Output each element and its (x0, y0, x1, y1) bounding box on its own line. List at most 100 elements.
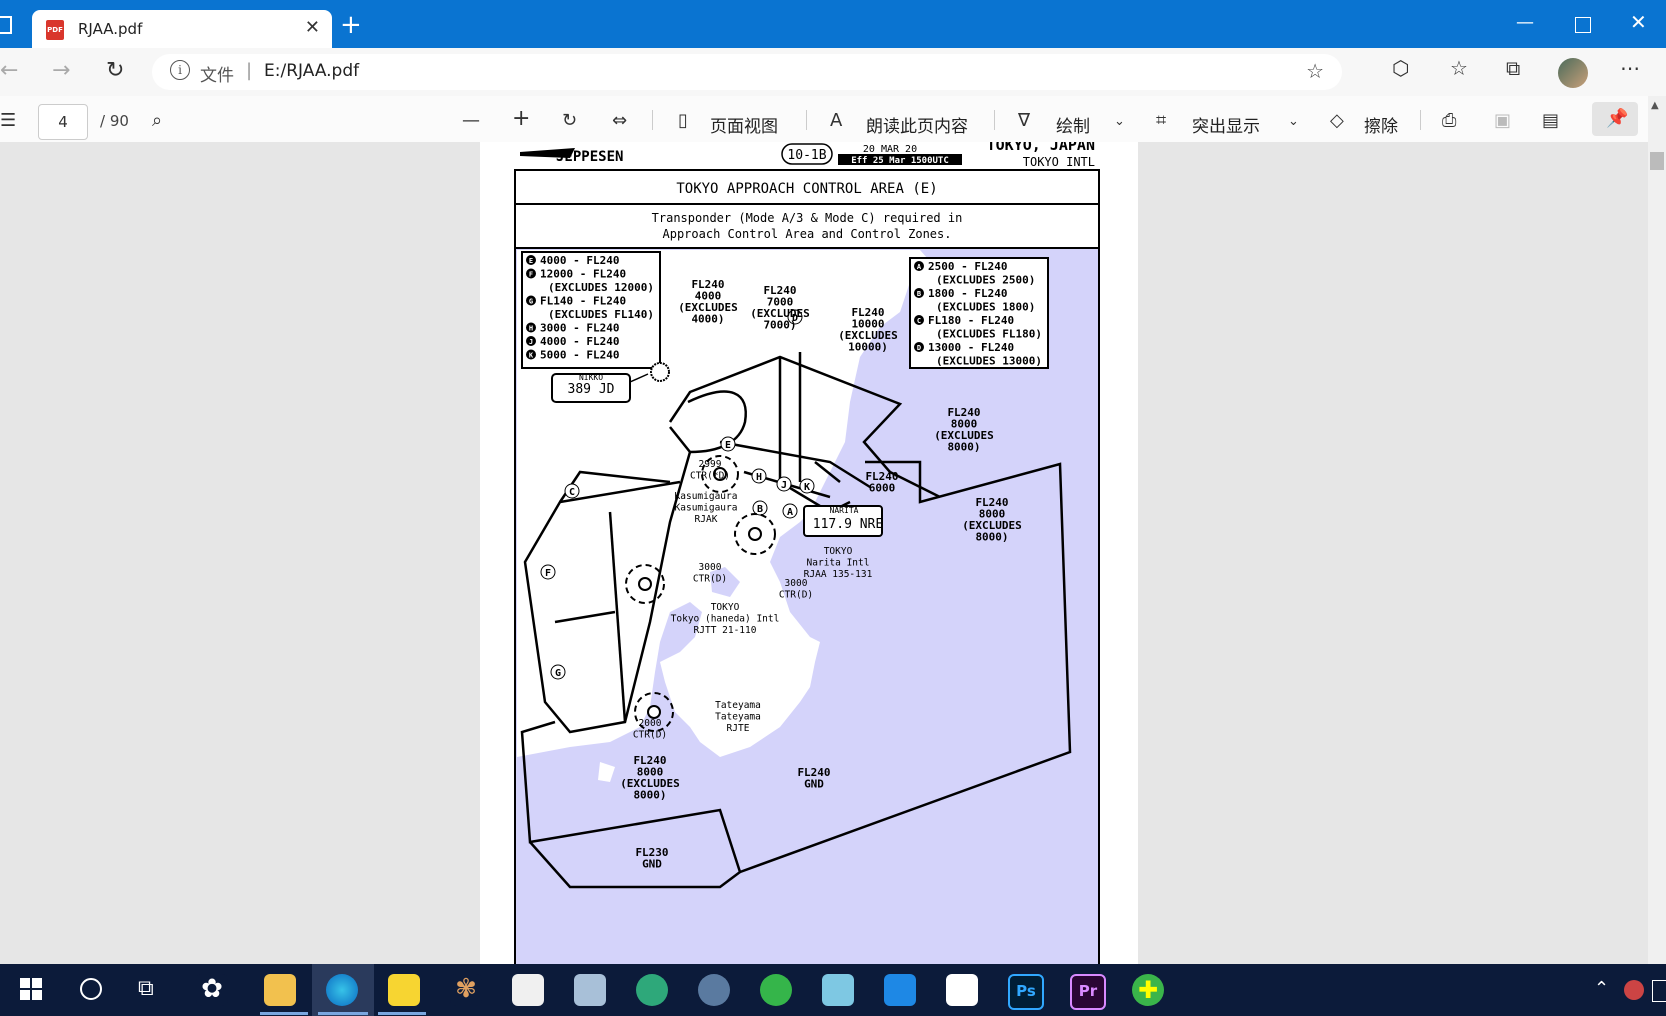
refresh-icon[interactable]: ↻ (106, 58, 124, 83)
haneda-ctr-label: CTR(D) (693, 574, 727, 585)
info-icon[interactable]: i (170, 60, 190, 80)
zoom-in-icon[interactable]: + (512, 106, 530, 131)
scrollbar-thumb[interactable] (1650, 152, 1664, 170)
close-tab-icon[interactable]: ✕ (305, 17, 320, 38)
highlight-button[interactable]: 突出显示 (1192, 112, 1260, 137)
effective-date: Eff 25 Mar 1500UTC (851, 156, 949, 166)
zoom-out-icon[interactable]: — (462, 110, 480, 131)
search-icon[interactable]: ⌕ (152, 110, 162, 131)
save-as-icon[interactable]: ▤ (1542, 110, 1559, 131)
minimize-button[interactable]: — (1516, 12, 1534, 33)
chart-date: 20 MAR 20 (863, 144, 917, 155)
start-icon[interactable] (20, 978, 42, 1000)
app-fan-icon[interactable]: ✾ (450, 974, 482, 1006)
phone-icon[interactable] (884, 974, 916, 1006)
favorites-icon[interactable]: ☆ (1450, 56, 1468, 80)
rotate-icon[interactable]: ↻ (562, 110, 577, 131)
address-bar[interactable]: i 文件 | E:/RJAA.pdf ☆ (152, 54, 1342, 90)
save-icon[interactable]: ▣ (1494, 110, 1511, 131)
legend-left-key-letter: F (529, 271, 533, 279)
tray-network-icon[interactable] (1652, 980, 1666, 1002)
narita-airport-label: RJAA 135-131 (804, 569, 873, 580)
legend-right-item-text: (EXCLUDES 13000) (936, 355, 1042, 368)
tray-chevron-icon[interactable]: ⌃ (1594, 978, 1609, 999)
tray-app-icon[interactable] (1624, 980, 1644, 1000)
app-pinwheel-icon[interactable]: ✿ (196, 974, 228, 1006)
chevron-down-icon[interactable]: ⌄ (1114, 114, 1125, 129)
fl-8000-e-label: 8000) (975, 531, 1008, 544)
sync-icon[interactable] (760, 974, 792, 1006)
close-window-button[interactable]: ✕ (1630, 10, 1647, 34)
page-number-input[interactable]: 4 (38, 104, 88, 140)
fl-4000-label: 4000) (691, 313, 724, 326)
area-c-label: C (569, 487, 575, 498)
legend-right-item-text: 1800 - FL240 (928, 287, 1007, 300)
narita-ctr-label: CTR(D) (779, 590, 813, 601)
legend-left-item-text: (EXCLUDES FL140) (548, 308, 654, 321)
store-icon[interactable] (512, 974, 544, 1006)
file-explorer-icon[interactable] (264, 974, 296, 1006)
haneda-ctr-label: 3000 (699, 562, 722, 573)
task-view-icon[interactable]: ⧉ (138, 976, 154, 1001)
profile-avatar[interactable] (1558, 58, 1588, 88)
vertical-scrollbar[interactable] (1648, 96, 1666, 964)
forward-icon[interactable]: → (52, 58, 70, 83)
chart-airport: TOKYO INTL (1023, 155, 1095, 169)
photoshop-icon[interactable]: Ps (1008, 974, 1044, 1010)
player-icon[interactable] (388, 974, 420, 1006)
more-menu-icon[interactable]: ⋯ (1620, 56, 1640, 80)
erase-icon[interactable]: ◇ (1330, 110, 1344, 131)
maximize-button[interactable] (1575, 17, 1591, 33)
pdf-icon: PDF (46, 20, 64, 40)
area-e-label: E (725, 440, 731, 451)
contents-icon[interactable]: ☰ (0, 110, 16, 131)
nikko-ndb-symbol (650, 362, 670, 382)
app-plus-icon[interactable]: ✚ (1132, 974, 1164, 1006)
fit-width-icon[interactable]: ⇔ (612, 110, 627, 131)
tab-rjaa-pdf[interactable]: PDF RJAA.pdf ✕ (32, 10, 332, 48)
back-icon[interactable]: ← (0, 58, 18, 83)
chevron-down-icon[interactable]: ⌄ (1288, 114, 1299, 129)
legend-left-key-letter: J (529, 338, 533, 346)
legend-right-item-text: (EXCLUDES 1800) (936, 301, 1035, 314)
collections-icon[interactable]: ⧉ (1506, 56, 1520, 80)
area-f-label: F (545, 568, 551, 579)
new-tab-button[interactable]: + (340, 12, 362, 38)
read-aloud-button[interactable]: 朗读此页内容 (866, 112, 968, 137)
area-h-label: H (756, 472, 762, 483)
photos-icon[interactable] (574, 974, 606, 1006)
legend-left-item-text: (EXCLUDES 12000) (548, 281, 654, 294)
globe-icon[interactable] (698, 974, 730, 1006)
add-favorite-icon[interactable]: ☆ (1306, 59, 1324, 83)
kasumigaura-label: RJAK (695, 514, 718, 525)
nikko-label: NIKKO (579, 373, 603, 382)
chart-title: TOKYO APPROACH CONTROL AREA (E) (676, 181, 937, 197)
page-view-button[interactable]: 页面视图 (710, 112, 778, 137)
page-view-icon[interactable]: ▯ (678, 110, 688, 131)
active-indicator (260, 1012, 308, 1015)
notes-icon[interactable] (822, 974, 854, 1006)
read-aloud-icon[interactable]: A (830, 110, 842, 131)
legend-right-item-text: (EXCLUDES FL180) (936, 328, 1042, 341)
print-icon[interactable]: ⎙ (1442, 110, 1456, 131)
pin-toolbar-button[interactable]: 📌 (1592, 102, 1638, 136)
app-flower-icon[interactable] (946, 974, 978, 1006)
draw-button[interactable]: 绘制 (1056, 112, 1090, 137)
draw-icon[interactable]: ∇ (1018, 110, 1030, 131)
search-icon[interactable] (80, 978, 102, 1000)
fl-6000-label: 6000 (869, 482, 896, 495)
kasumigaura-label: Kasumigaura (675, 503, 738, 514)
window-menu-icon[interactable] (0, 16, 12, 34)
address-url[interactable]: E:/RJAA.pdf (264, 61, 359, 81)
edge-icon[interactable] (326, 974, 358, 1006)
brand-name: JEPPESEN (556, 149, 623, 165)
narita-label: NARITA (830, 506, 859, 515)
erase-button[interactable]: 擦除 (1364, 112, 1398, 137)
app-green-icon[interactable] (636, 974, 668, 1006)
highlight-icon[interactable]: ⌗ (1156, 110, 1166, 131)
scroll-up-icon[interactable]: ▲ (1651, 100, 1659, 111)
extensions-icon[interactable]: ⬡ (1392, 56, 1409, 80)
approach-chart: JEPPESEN 10-1B 20 MAR 20 Eff 25 Mar 1500… (514, 142, 1100, 964)
premiere-icon[interactable]: Pr (1070, 974, 1106, 1010)
narita-airport-label: TOKYO (824, 546, 853, 557)
